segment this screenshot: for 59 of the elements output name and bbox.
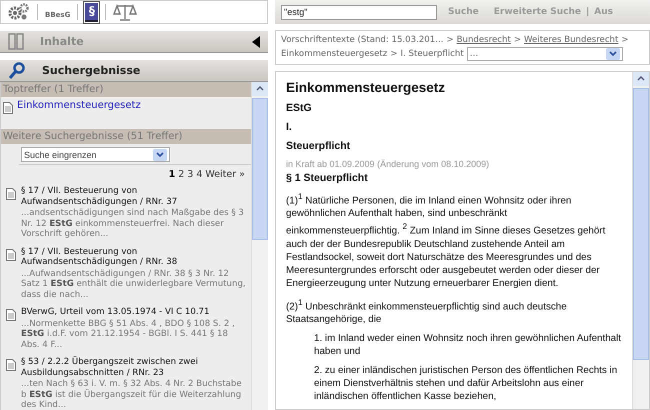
paragraph-title: § 1 Steuerpflicht [286,172,369,184]
paragraph-text: (2)$^{1}$ Unbeschränkt einkommensteuerpflichtig sind auch deutsche Staatsangehörige, die [286,296,568,326]
breadcrumb-link[interactable]: Bundesrecht [456,34,511,47]
page-link[interactable]: 3 [187,169,194,180]
list-item-text: 1. im Inland weder einen Wohnsitz noch ihren gewöhnlichen Aufenthalt haben und [314,332,622,358]
divider-text: | [586,7,590,17]
separator-text: > [446,34,454,47]
document-icon [6,359,16,371]
page-link[interactable]: 4 [196,169,202,180]
result-snippet: ...Aufwandsentschädigungen / RNr. 38 § 3 Nr. 12 Satz 1 EStG enthält die unwiderlegbare Vermutung, dass die nach... [21,268,247,300]
result-title[interactable]: BVerwG, Urteil vom 13.05.1974 - VI C 10.71 [21,307,249,318]
group-header: Weitere Suchergebnisse (51 Treffer) [1,129,251,144]
separator-text: > [621,34,629,47]
scroll-up-icon[interactable] [252,82,268,96]
group-header: Toptreffer (1 Treffer) [1,82,251,97]
result-link[interactable]: Einkommensteuergesetz [17,100,141,111]
search-icon [8,62,26,80]
gears-icon[interactable] [7,2,31,22]
scales-icon[interactable] [112,2,138,22]
section-dropdown[interactable]: ... [466,47,623,61]
separator-text: > [514,34,522,47]
result-snippet: ...ten Nach § 63 i. V. m. § 32 Abs. 4 Nr. 2 Buchstabe b EStG ist die Übergangszeit für die Weiterzahlung des Kind... [21,379,243,410]
dropdown-icon [153,148,167,160]
panel-header[interactable]: Suchergebnisse [0,60,268,82]
page-link[interactable]: 1 [168,169,176,180]
result-snippet: ...andsentschädigungen sind nach Maßgabe des § 3 Nr. 12 EStG einkommensteuerfrei. Nach dieser Vorschrift gehören... [21,208,245,240]
filter-dropdown[interactable]: Suche eingrenzen [21,147,170,162]
scroll-up-icon[interactable] [633,72,649,86]
scrollbar[interactable] [251,82,268,410]
document-title: Einkommensteuergesetz [286,80,446,95]
result-snippet: ...Normenkette BBG § 51 Abs. 4 , BDO § 108 S. 2 , EStG i.d.F. vom 21.12.1954 - BGBl. I S. 441 § 18 Abs. 4 F... [21,318,236,350]
document-icon [6,309,16,321]
result-title[interactable]: § 53 / 2.2.2 Übergangszeit zwischen zwei Ausbildungsabschnitten / RNr. 23 [21,357,249,378]
paragraph-text: (1)$^{1}$ Natürliche Personen, die im Inland einen Wohnsitz oder ihren gewöhnlichen Aufenthalt haben, sind unbeschränkt einkommensteuerpflichtig. $^{2}$ Zum Inland im Sinne dieses Gesetzes gehört auch der der Bundesrepublik Deutschland zustehende Anteil am Festlandsockel, soweit dort Naturschätze des Meeresgrundes und des Meeresuntergrundes erforscht oder ausgebeutet werden oder dieser der Energieerzeugung unter Nutzung erneuerbarer Energien dient. [286,191,606,290]
paragraph-button[interactable]: § [84,2,100,22]
result-title[interactable]: § 17 / VII. Besteuerung von Aufwandsentschädigungen / RNr. 37 [21,186,249,207]
list-item-text: 2. zu einer inländischen juristischen Person des öffentlichen Rechts in einem Dienstverhältnis stehen und dafür Arbeitslohn aus einer inländischen öffentlichen Kasse beziehen, [314,364,618,403]
section-number: I. [286,121,293,133]
next-link[interactable]: Weiter » [205,169,245,180]
breadcrumb-item: Einkommensteuergesetz [281,48,388,60]
validity-note: in Kraft ab 01.09.2009 (Änderung vom 08.10.2009) [286,159,490,169]
page-link[interactable]: 2 [178,169,184,180]
panel-title: Inhalte [40,35,85,48]
book-icon [8,33,24,50]
dropdown-icon [606,48,620,60]
breadcrumb-item: Vorschriftentexte (Stand: 15.03.201... [281,34,444,47]
breadcrumb-link[interactable]: Weiteres Bundesrecht [524,34,618,47]
collapse-arrow-icon[interactable] [252,36,260,48]
search-field[interactable]: "estg" [281,4,437,20]
document-abbreviation: EStG [286,102,313,114]
section-title: Steuerpflicht [286,140,352,152]
breadcrumb-item: I. Steuerpflicht [400,48,464,60]
document-icon [6,188,16,200]
separator-text: > [390,48,398,60]
document-icon [3,102,13,114]
document-icon [6,248,16,260]
result-title[interactable]: § 17 / VII. Besteuerung von Aufwandsentschädigungen / RNr. 38 [21,246,249,268]
panel-title: Suchergebnisse [42,64,142,77]
scrollbar[interactable] [632,72,649,409]
